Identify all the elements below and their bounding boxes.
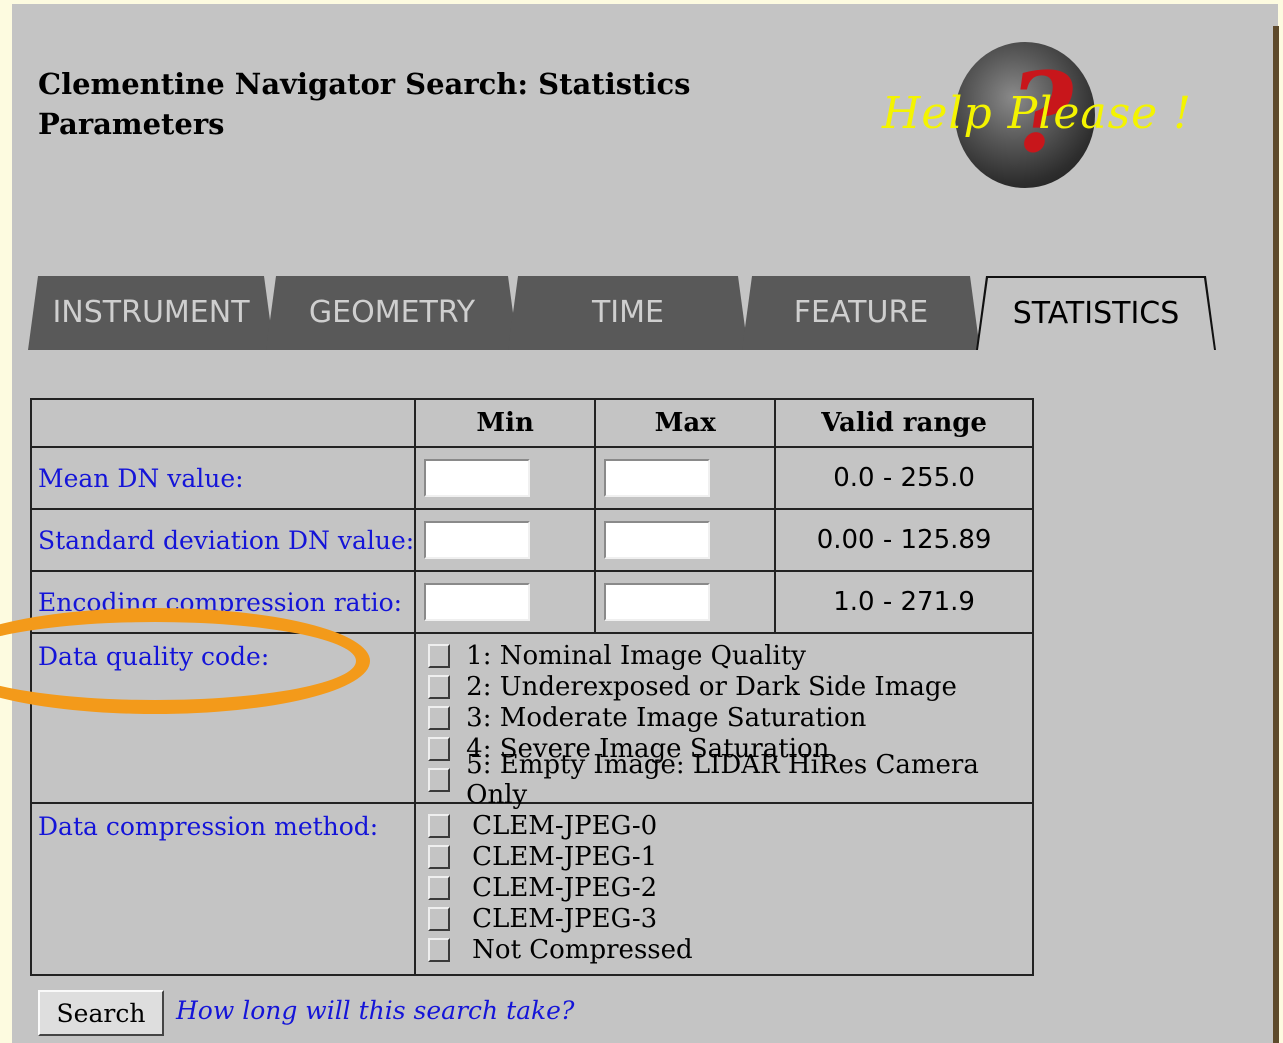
help-logo-text: Help Please ! (882, 88, 1192, 139)
search-button[interactable]: Search (38, 990, 164, 1036)
clem-jpeg-2-checkbox[interactable] (428, 875, 451, 900)
std-dev-dn-valid-range: 0.00 - 125.89 (774, 508, 1034, 572)
table-row: Data compression method: CLEM-JPEG-0 CLE… (29, 802, 1034, 976)
frame-edge (1273, 26, 1279, 1043)
header-max: Max (594, 398, 777, 448)
list-item: CLEM-JPEG-2 (428, 872, 1032, 903)
std-dev-dn-min-input[interactable] (424, 521, 531, 559)
clem-jpeg-1-checkbox[interactable] (428, 844, 451, 869)
list-item: 5: Empty Image: LIDAR HiRes Camera Only (428, 750, 1032, 810)
tab-bar: INSTRUMENT GEOMETRY TIME FEATURE STATIST… (0, 276, 1283, 356)
page-title: Clementine Navigator Search: Statistics … (38, 67, 691, 141)
compression-ratio-label[interactable]: Encoding compression ratio: (29, 570, 417, 634)
std-dev-dn-max-input[interactable] (604, 521, 711, 559)
mean-dn-valid-range: 0.0 - 255.0 (774, 446, 1034, 510)
compression-ratio-valid-range: 1.0 - 271.9 (774, 570, 1034, 634)
help-please-logo[interactable]: ? Help Please ! (870, 38, 1230, 198)
mean-dn-min-input[interactable] (424, 459, 531, 497)
tab-feature[interactable]: FEATURE (742, 276, 980, 350)
compression-method-label[interactable]: Data compression method: (29, 802, 417, 976)
header-blank (29, 398, 417, 448)
table-row: Mean DN value: 0.0 - 255.0 (29, 446, 1034, 510)
list-item: 2: Underexposed or Dark Side Image (428, 671, 1032, 702)
quality-4-checkbox[interactable] (428, 736, 451, 761)
list-item: CLEM-JPEG-0 (428, 810, 1032, 841)
how-long-link[interactable]: How long will this search take? (176, 996, 574, 1025)
header-min: Min (414, 398, 597, 448)
list-item: CLEM-JPEG-3 (428, 903, 1032, 934)
list-item: 1: Nominal Image Quality (428, 640, 1032, 671)
tab-statistics[interactable]: STATISTICS (976, 276, 1216, 350)
compression-ratio-min-input[interactable] (424, 583, 531, 621)
data-quality-options: 1: Nominal Image Quality 2: Underexposed… (414, 632, 1034, 810)
table-row: Encoding compression ratio: 1.0 - 271.9 (29, 570, 1034, 634)
tab-instrument[interactable]: INSTRUMENT (28, 276, 274, 350)
list-item: CLEM-JPEG-1 (428, 841, 1032, 872)
list-item: Not Compressed (428, 934, 1032, 965)
quality-2-checkbox[interactable] (428, 674, 451, 699)
table-row: Data quality code: 1: Nominal Image Qual… (29, 632, 1034, 810)
clem-jpeg-0-checkbox[interactable] (428, 813, 451, 838)
compression-ratio-max-input[interactable] (604, 583, 711, 621)
tab-geometry[interactable]: GEOMETRY (266, 276, 518, 350)
tab-time[interactable]: TIME (508, 276, 748, 350)
quality-5-checkbox[interactable] (428, 767, 451, 792)
mean-dn-label[interactable]: Mean DN value: (29, 446, 417, 510)
clem-jpeg-3-checkbox[interactable] (428, 906, 451, 931)
compression-method-options: CLEM-JPEG-0 CLEM-JPEG-1 CLEM-JPEG-2 CLEM… (414, 802, 1034, 976)
list-item: 3: Moderate Image Saturation (428, 702, 1032, 733)
not-compressed-checkbox[interactable] (428, 937, 451, 962)
table-row: Standard deviation DN value: 0.00 - 125.… (29, 508, 1034, 572)
mean-dn-max-input[interactable] (604, 459, 711, 497)
quality-1-checkbox[interactable] (428, 643, 451, 668)
header-valid-range: Valid range (774, 398, 1034, 448)
quality-3-checkbox[interactable] (428, 705, 451, 730)
header-row: Min Max Valid range (29, 398, 1034, 448)
data-quality-label[interactable]: Data quality code: (29, 632, 417, 804)
std-dev-dn-label[interactable]: Standard deviation DN value: (29, 508, 417, 572)
statistics-table: Min Max Valid range Mean DN value: 0.0 -… (29, 398, 1034, 976)
